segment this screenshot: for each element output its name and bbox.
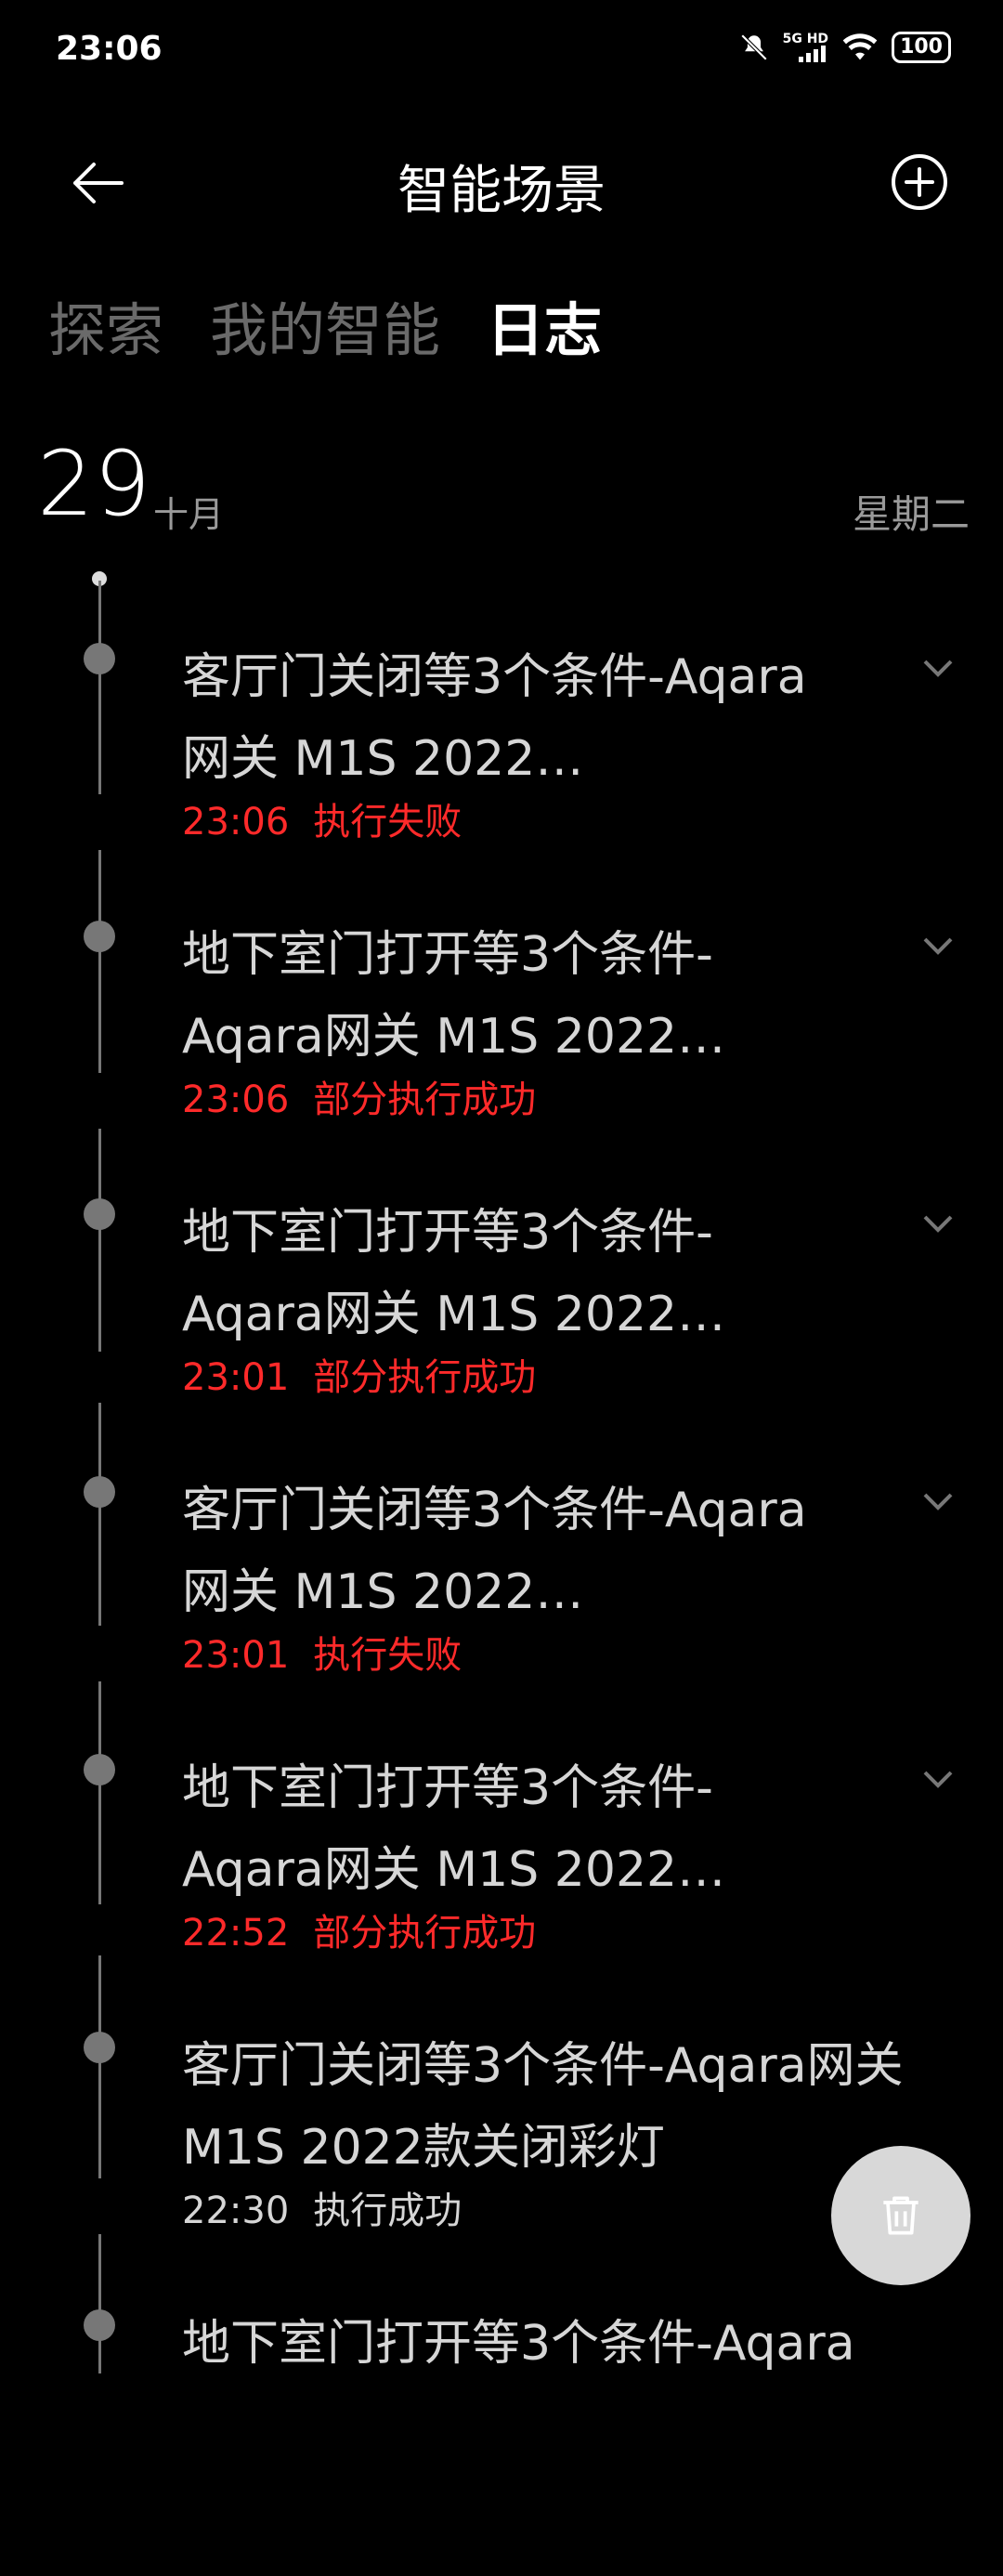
tab-bar: 探索 我的智能 日志 xyxy=(48,283,602,367)
entry-meta: 22:30 执行成功 xyxy=(182,2180,462,2234)
entry-title: 客厅门关闭等3个条件-Aqara网关 M1S 2022款关闭彩灯 xyxy=(182,2038,904,2176)
chevron-down-icon[interactable] xyxy=(919,1765,957,1793)
entry-status: 执行失败 xyxy=(313,801,462,843)
timeline-node xyxy=(84,2309,115,2341)
entry-status: 部分执行成功 xyxy=(313,1912,537,1955)
log-entry[interactable]: 地下室门打开等3个条件-Aqara网关 M1S 2022… 22:52 部分执行成… xyxy=(0,1743,1003,2020)
entry-time: 22:30 xyxy=(182,2190,290,2232)
trash-icon xyxy=(883,2196,918,2235)
entry-time: 23:06 xyxy=(182,1079,290,1121)
entry-meta: 23:01 部分执行成功 xyxy=(182,1347,536,1401)
log-entry[interactable]: 客厅门关闭等3个条件-Aqara网关 M1S 2022… 23:01 执行失败 xyxy=(0,1465,1003,1743)
log-entry[interactable]: 地下室门打开等3个条件-Aqara网关 M1S 2022… 23:01 部分执行成… xyxy=(0,1187,1003,1465)
date-day: 29 xyxy=(37,432,151,536)
add-scene-button[interactable] xyxy=(884,147,955,217)
timeline-node xyxy=(84,1198,115,1230)
chevron-down-icon[interactable] xyxy=(919,1210,957,1237)
timeline-node xyxy=(84,1476,115,1508)
entry-title: 客厅门关闭等3个条件-Aqara网关 M1S 2022… xyxy=(182,1483,807,1620)
log-entry[interactable]: 地下室门打开等3个条件-Aqara网关 M1S 2022… 23:06 部分执行成… xyxy=(0,909,1003,1187)
date-header: 29 十月 星期二 xyxy=(37,432,970,537)
entry-time: 23:06 xyxy=(182,801,290,843)
chevron-down-icon[interactable] xyxy=(919,654,957,682)
entry-title: 地下室门打开等3个条件-Aqara网关 M1S 2022… xyxy=(182,927,726,1065)
chevron-down-icon[interactable] xyxy=(919,932,957,960)
date-weekday: 星期二 xyxy=(852,491,970,537)
timeline-node xyxy=(84,2032,115,2063)
tab-explore[interactable]: 探索 xyxy=(48,283,163,367)
status-icons: 5G HD 100 xyxy=(738,32,951,63)
entry-meta: 23:06 执行失败 xyxy=(182,791,462,845)
tab-my-smart[interactable]: 我的智能 xyxy=(210,283,440,367)
signal-icon: 5G HD xyxy=(783,33,828,62)
entry-status: 执行成功 xyxy=(313,2190,462,2232)
entry-title: 客厅门关闭等3个条件-Aqara网关 M1S 2022… xyxy=(182,649,807,787)
entry-time: 23:01 xyxy=(182,1634,290,1677)
delete-log-button[interactable] xyxy=(831,2146,970,2285)
timeline-node xyxy=(84,921,115,952)
entry-title: 地下室门打开等3个条件-Aqara xyxy=(182,2316,855,2372)
status-bar: 23:06 5G HD 100 xyxy=(0,0,1003,102)
entry-status: 执行失败 xyxy=(313,1634,462,1677)
entry-time: 22:52 xyxy=(182,1912,290,1955)
entry-meta: 23:06 部分执行成功 xyxy=(182,1069,536,1123)
entry-meta: 22:52 部分执行成功 xyxy=(182,1903,536,1956)
mute-bell-icon xyxy=(740,33,767,61)
entry-status: 部分执行成功 xyxy=(313,1079,537,1121)
log-entry[interactable]: 客厅门关闭等3个条件-Aqara网关 M1S 2022… 23:06 执行失败 xyxy=(0,632,1003,909)
tab-log[interactable]: 日志 xyxy=(487,283,602,367)
entry-meta: 23:01 执行失败 xyxy=(182,1625,462,1679)
timeline-node xyxy=(84,643,115,674)
battery-icon: 100 xyxy=(892,32,951,63)
app-header: 智能场景 xyxy=(0,139,1003,223)
page-title: 智能场景 xyxy=(397,161,606,221)
log-list: 客厅门关闭等3个条件-Aqara网关 M1S 2022… 23:06 执行失败 地… xyxy=(0,632,1003,2576)
entry-title: 地下室门打开等3个条件-Aqara网关 M1S 2022… xyxy=(182,1760,726,1898)
status-time: 23:06 xyxy=(56,30,163,68)
entry-time: 23:01 xyxy=(182,1356,290,1399)
log-entry[interactable]: 地下室门打开等3个条件-Aqara xyxy=(0,2298,1003,2576)
plus-circle-icon xyxy=(892,154,947,210)
wifi-icon xyxy=(842,33,878,60)
date-month: 十月 xyxy=(153,494,225,535)
network-label: 5G HD xyxy=(782,32,829,46)
entry-title: 地下室门打开等3个条件-Aqara网关 M1S 2022… xyxy=(182,1205,726,1342)
chevron-down-icon[interactable] xyxy=(919,1487,957,1515)
entry-status: 部分执行成功 xyxy=(313,1356,537,1399)
timeline-node xyxy=(84,1754,115,1785)
